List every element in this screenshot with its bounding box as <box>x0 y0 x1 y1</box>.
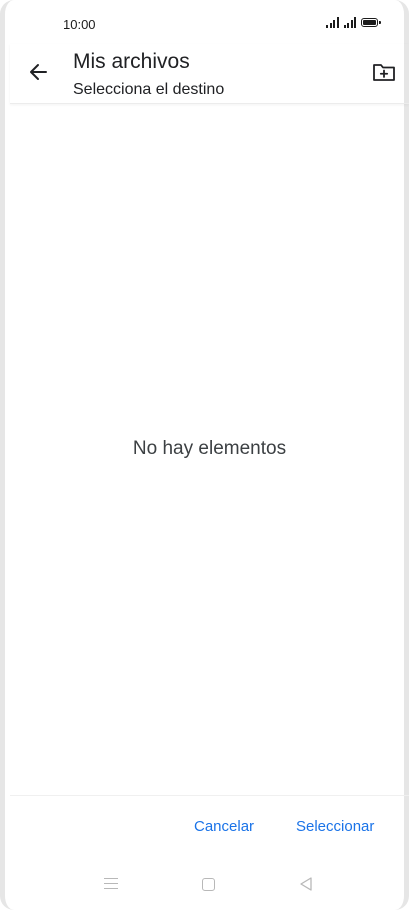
title-block: Mis archivos Selecciona el destino <box>73 50 224 101</box>
new-folder-button[interactable] <box>371 61 397 83</box>
battery-icon <box>361 18 381 27</box>
page-title: Mis archivos <box>73 50 190 73</box>
page-subtitle: Selecciona el destino <box>73 81 225 98</box>
app-bar: Mis archivos Selecciona el destino <box>10 44 409 104</box>
nav-home-button[interactable] <box>202 878 215 891</box>
signal-1-icon <box>326 17 339 28</box>
status-icons <box>326 17 381 28</box>
empty-state-message: No hay elementos <box>132 438 287 459</box>
device-frame: 10:00 Mis archivos Selecciona el destino <box>0 0 409 910</box>
signal-2-icon <box>343 17 356 28</box>
arrow-back-icon <box>30 64 47 80</box>
back-button[interactable] <box>24 58 52 86</box>
nav-menu-button[interactable] <box>104 878 118 889</box>
select-button[interactable]: Seleccionar <box>296 818 374 835</box>
nav-back-icon[interactable] <box>298 876 314 892</box>
create-new-folder-icon <box>373 63 395 81</box>
status-time: 10:00 <box>63 17 96 32</box>
actions-divider <box>10 795 409 796</box>
status-bar: 10:00 <box>5 0 404 44</box>
cancel-button[interactable]: Cancelar <box>194 818 254 835</box>
navigation-bar <box>5 870 409 900</box>
